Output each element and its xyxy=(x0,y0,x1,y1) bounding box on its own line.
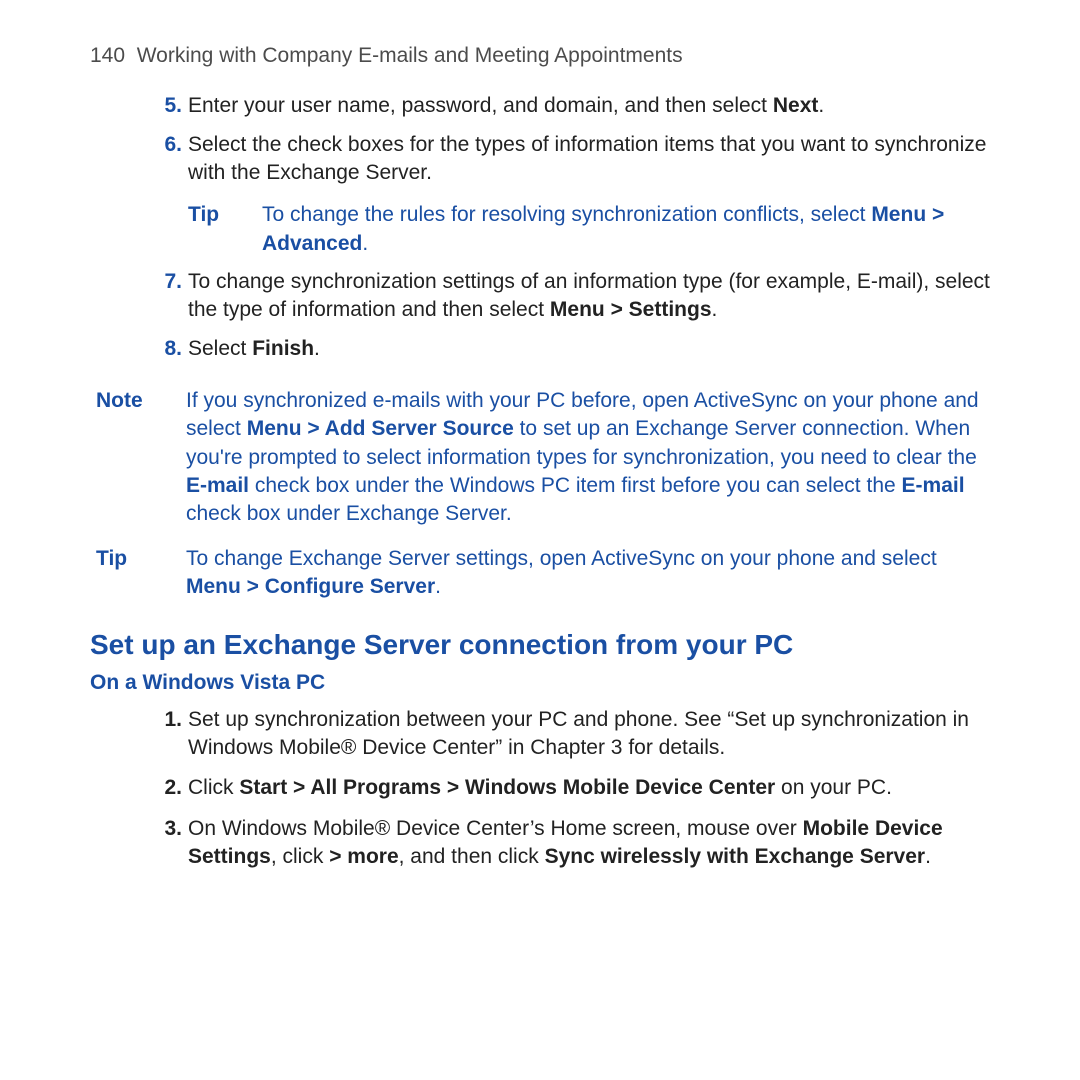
ordered-steps: 5. Enter your user name, password, and d… xyxy=(90,92,990,363)
step-number: 7. xyxy=(90,268,188,296)
step-text: Enter your user name, password, and doma… xyxy=(188,92,990,120)
step-text: Click Start > All Programs > Windows Mob… xyxy=(188,774,990,802)
tip-label: Tip xyxy=(90,545,186,573)
step-number: 3. xyxy=(90,815,188,843)
step-text: To change synchronization settings of an… xyxy=(188,268,990,325)
step-number: 6. xyxy=(90,131,188,159)
step-6: 6. Select the check boxes for the types … xyxy=(90,131,990,258)
tip-label: Tip xyxy=(188,201,262,229)
step-text: Select Finish. xyxy=(188,335,990,363)
note-label: Note xyxy=(90,387,186,415)
page-number: 140 xyxy=(90,44,125,67)
step-8: 8. Select Finish. xyxy=(90,335,990,363)
note-block: Note If you synchronized e-mails with yo… xyxy=(90,387,990,529)
step-number: 8. xyxy=(90,335,188,363)
section-heading: Set up an Exchange Server connection fro… xyxy=(90,626,990,664)
step-b1: 1. Set up synchronization between your P… xyxy=(90,706,990,763)
tip-text: To change Exchange Server settings, open… xyxy=(186,545,990,602)
step-number: 2. xyxy=(90,774,188,802)
step-text: Set up synchronization between your PC a… xyxy=(188,706,990,763)
tip-text: To change the rules for resolving synchr… xyxy=(262,201,990,258)
page-header: 140 Working with Company E-mails and Mee… xyxy=(90,42,990,70)
step-number: 5. xyxy=(90,92,188,120)
ordered-steps-bottom: 1. Set up synchronization between your P… xyxy=(90,706,990,872)
note-text: If you synchronized e-mails with your PC… xyxy=(186,387,990,529)
subsection-heading: On a Windows Vista PC xyxy=(90,669,990,697)
step-b3: 3. On Windows Mobile® Device Center’s Ho… xyxy=(90,815,990,872)
tip-block: Tip To change Exchange Server settings, … xyxy=(90,545,990,602)
chapter-title: Working with Company E-mails and Meeting… xyxy=(137,44,683,67)
step-b2: 2. Click Start > All Programs > Windows … xyxy=(90,774,990,802)
step-5: 5. Enter your user name, password, and d… xyxy=(90,92,990,120)
step-7: 7. To change synchronization settings of… xyxy=(90,268,990,325)
step-text: On Windows Mobile® Device Center’s Home … xyxy=(188,815,990,872)
step-text: Select the check boxes for the types of … xyxy=(188,131,990,258)
inline-tip: Tip To change the rules for resolving sy… xyxy=(188,201,990,258)
document-page: 140 Working with Company E-mails and Mee… xyxy=(0,0,1080,871)
step-number: 1. xyxy=(90,706,188,734)
